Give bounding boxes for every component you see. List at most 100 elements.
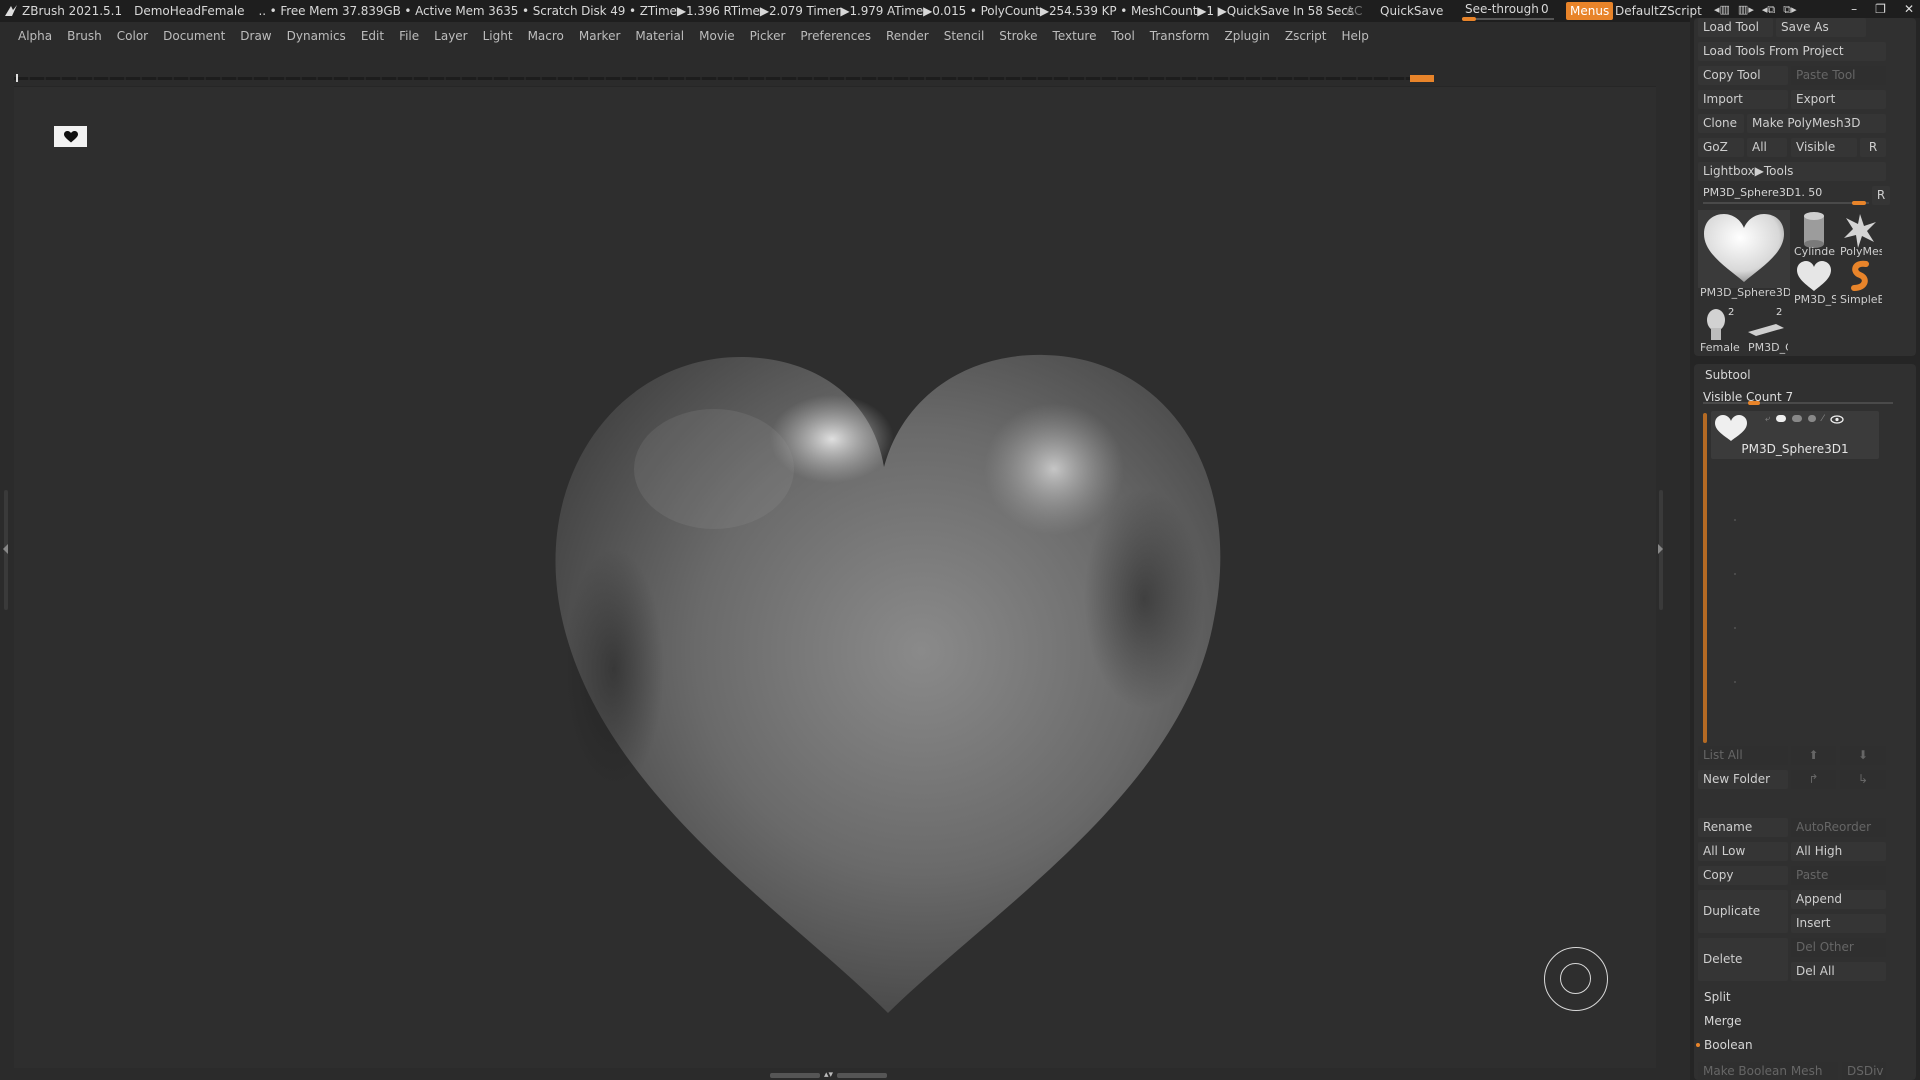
- timeline-current-marker[interactable]: [1410, 75, 1434, 82]
- menu-help[interactable]: Help: [1342, 29, 1369, 43]
- eye-icon[interactable]: [1829, 415, 1844, 424]
- heart-3d-model[interactable]: [554, 349, 1222, 1013]
- menus-toggle-button[interactable]: Menus: [1566, 2, 1614, 20]
- lock-toggle-icon[interactable]: ⁄: [1822, 415, 1824, 424]
- del-all-button[interactable]: Del All: [1791, 962, 1886, 981]
- menu-alpha[interactable]: Alpha: [18, 29, 52, 43]
- export-button[interactable]: Export: [1791, 90, 1886, 109]
- move-down-icon[interactable]: ⬇: [1840, 746, 1886, 765]
- load-tools-from-project-button[interactable]: Load Tools From Project: [1698, 42, 1886, 61]
- make-polymesh3d-button[interactable]: Make PolyMesh3D: [1747, 114, 1886, 133]
- menu-edit[interactable]: Edit: [361, 29, 384, 43]
- see-through-thumb[interactable]: [1462, 17, 1476, 21]
- right-tray-handle[interactable]: [1658, 490, 1665, 610]
- default-zscript-button[interactable]: DefaultZScript: [1615, 4, 1702, 18]
- menu-zscript[interactable]: Zscript: [1285, 29, 1327, 43]
- layout-left-icon[interactable]: ◂▥: [1714, 3, 1730, 17]
- see-through-slider[interactable]: See-through 0: [1462, 2, 1554, 21]
- expand-up-down-icon[interactable]: ▴▾: [824, 1070, 833, 1080]
- menu-file[interactable]: File: [399, 29, 419, 43]
- menu-dynamics[interactable]: Dynamics: [287, 29, 346, 43]
- tool-thumb-main[interactable]: [1698, 210, 1790, 288]
- layout-save-icon[interactable]: ⧉▸: [1783, 3, 1796, 17]
- menu-transform[interactable]: Transform: [1150, 29, 1210, 43]
- layout-right-icon[interactable]: ▥▸: [1738, 3, 1754, 17]
- menu-macro[interactable]: Macro: [528, 29, 564, 43]
- delete-button[interactable]: Delete: [1698, 938, 1788, 981]
- menu-color[interactable]: Color: [117, 29, 148, 43]
- polypaint-toggle-icon[interactable]: [1776, 415, 1787, 422]
- paste-tool-button[interactable]: Paste Tool: [1791, 66, 1886, 85]
- copy-button[interactable]: Copy: [1698, 866, 1788, 885]
- menu-render[interactable]: Render: [886, 29, 929, 43]
- solo-toggle-icon[interactable]: [1792, 415, 1803, 422]
- current-tool-slider-track[interactable]: [1703, 202, 1869, 204]
- boolean-menu[interactable]: Boolean: [1704, 1038, 1753, 1052]
- menu-stroke[interactable]: Stroke: [999, 29, 1037, 43]
- merge-menu[interactable]: Merge: [1704, 1014, 1741, 1028]
- subtool-item[interactable]: ⤶ ⁄ PM3D_Sphere3D1: [1711, 411, 1879, 459]
- close-icon[interactable]: ✕: [1904, 2, 1914, 16]
- tool-thumb-pm3d-s[interactable]: [1794, 258, 1834, 294]
- menu-zplugin[interactable]: Zplugin: [1225, 29, 1270, 43]
- current-tool-slider-thumb[interactable]: [1852, 201, 1866, 205]
- menu-stencil[interactable]: Stencil: [944, 29, 985, 43]
- subtool-title[interactable]: Subtool: [1705, 368, 1751, 382]
- current-tool-r-button[interactable]: R: [1872, 186, 1890, 205]
- list-all-button[interactable]: List All: [1698, 746, 1788, 765]
- split-menu[interactable]: Split: [1704, 990, 1731, 1004]
- append-button[interactable]: Append: [1791, 890, 1886, 909]
- visible-count-track[interactable]: [1703, 402, 1893, 404]
- goz-button[interactable]: GoZ: [1698, 138, 1744, 157]
- folder-up-icon[interactable]: ↱: [1791, 770, 1836, 789]
- insert-button[interactable]: Insert: [1791, 914, 1886, 933]
- menu-light[interactable]: Light: [483, 29, 513, 43]
- goz-r-button[interactable]: R: [1860, 138, 1886, 157]
- navigation-gizmo-inner[interactable]: [1560, 963, 1591, 994]
- goz-visible-button[interactable]: Visible: [1791, 138, 1857, 157]
- all-high-button[interactable]: All High: [1791, 842, 1886, 861]
- dsdiv-slider[interactable]: DSDiv: [1842, 1062, 1886, 1080]
- all-low-button[interactable]: All Low: [1698, 842, 1788, 861]
- brush-toggle-icon[interactable]: ⤶: [1765, 415, 1770, 424]
- load-tool-button[interactable]: Load Tool: [1698, 18, 1773, 37]
- menu-picker[interactable]: Picker: [750, 29, 786, 43]
- quicksave-button[interactable]: QuickSave: [1380, 4, 1443, 18]
- menu-tool[interactable]: Tool: [1111, 29, 1134, 43]
- menu-movie[interactable]: Movie: [699, 29, 735, 43]
- clone-button[interactable]: Clone: [1698, 114, 1744, 133]
- document-canvas[interactable]: ▴▾: [14, 86, 1656, 1080]
- goz-all-button[interactable]: All: [1747, 138, 1787, 157]
- menu-document[interactable]: Document: [163, 29, 225, 43]
- current-tool-slider[interactable]: PM3D_Sphere3D1. 50: [1703, 186, 1822, 199]
- menu-material[interactable]: Material: [635, 29, 684, 43]
- timeline[interactable]: [14, 74, 1434, 82]
- paste-button[interactable]: Paste: [1791, 866, 1886, 885]
- new-folder-button[interactable]: New Folder: [1698, 770, 1788, 789]
- menu-preferences[interactable]: Preferences: [800, 29, 871, 43]
- menu-texture[interactable]: Texture: [1053, 29, 1097, 43]
- ac-label[interactable]: AC: [1346, 4, 1362, 18]
- import-button[interactable]: Import: [1698, 90, 1788, 109]
- opacity-toggle-icon[interactable]: [1808, 415, 1817, 422]
- menu-layer[interactable]: Layer: [434, 29, 467, 43]
- menu-brush[interactable]: Brush: [67, 29, 102, 43]
- tool-thumb-polymesh[interactable]: [1840, 210, 1880, 250]
- timeline-track[interactable]: [14, 77, 1434, 80]
- copy-tool-button[interactable]: Copy Tool: [1698, 66, 1788, 85]
- move-up-icon[interactable]: ⬆: [1791, 746, 1836, 765]
- duplicate-button[interactable]: Duplicate: [1698, 890, 1788, 933]
- bottom-shelf-handle[interactable]: ▴▾: [770, 1070, 900, 1080]
- subtool-scrollbar[interactable]: [1703, 413, 1707, 743]
- make-boolean-mesh-button[interactable]: Make Boolean Mesh: [1698, 1062, 1838, 1080]
- tool-thumb-cylinder[interactable]: [1794, 210, 1834, 250]
- minimize-icon[interactable]: –: [1851, 2, 1857, 16]
- menu-marker[interactable]: Marker: [579, 29, 620, 43]
- visible-count-thumb[interactable]: [1747, 401, 1760, 405]
- folder-down-icon[interactable]: ↳: [1840, 770, 1886, 789]
- rename-button[interactable]: Rename: [1698, 818, 1788, 837]
- restore-icon[interactable]: ❐: [1875, 2, 1886, 16]
- navigation-gizmo[interactable]: [1544, 947, 1608, 1011]
- lightbox-tools-button[interactable]: Lightbox▶Tools: [1698, 162, 1886, 181]
- del-other-button[interactable]: Del Other: [1791, 938, 1886, 957]
